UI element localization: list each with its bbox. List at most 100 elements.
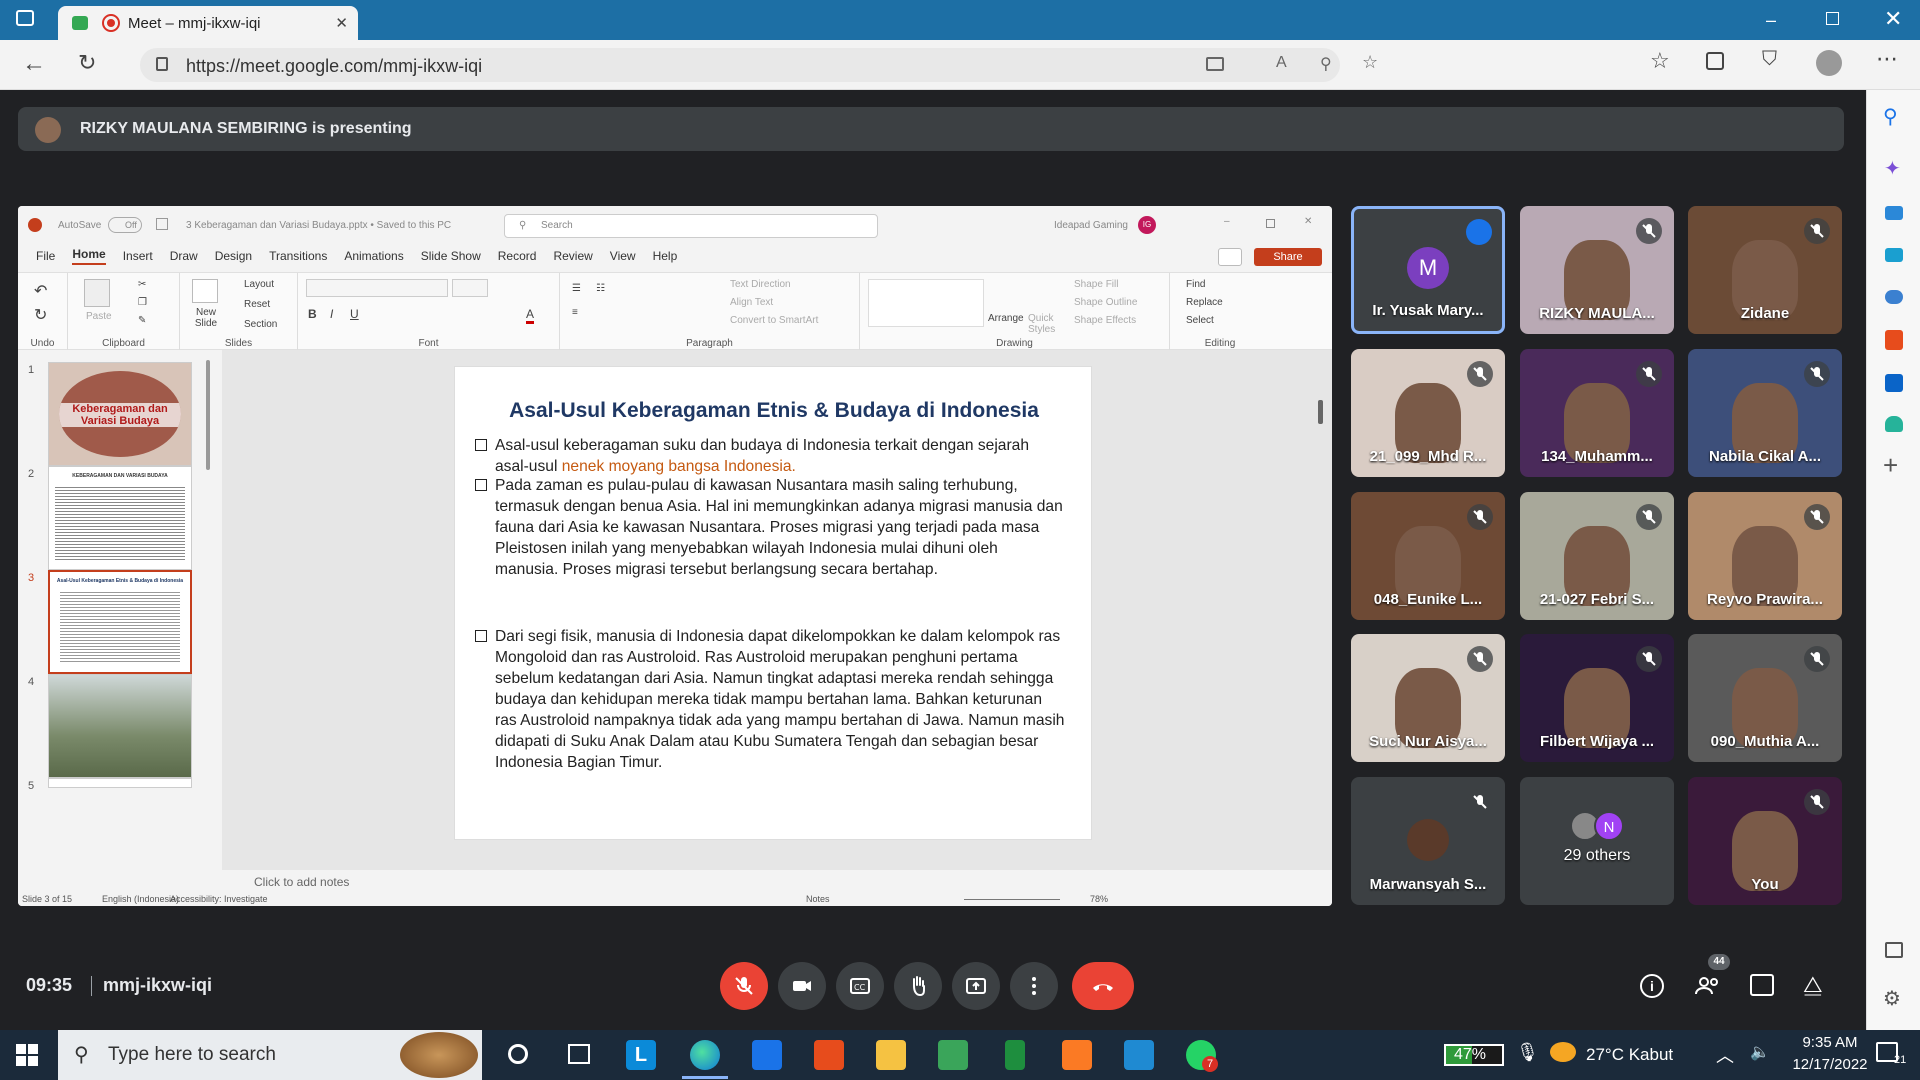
taskbar-vscode-icon[interactable] — [1124, 1040, 1154, 1070]
slide-thumbnail-2[interactable]: KEBERAGAMAN DAN VARIASI BUDAYA — [48, 466, 192, 570]
quick-styles-button[interactable]: Quick Styles — [1028, 313, 1058, 335]
menu-review[interactable]: Review — [553, 249, 592, 263]
mic-tray-icon[interactable]: 🎙 — [1516, 1042, 1539, 1063]
language-status[interactable]: English (Indonesia) — [102, 894, 179, 904]
cortana-icon[interactable] — [508, 1044, 528, 1064]
paste-button[interactable] — [84, 279, 110, 307]
weather-text[interactable]: 27°C Kabut — [1586, 1045, 1673, 1065]
add-icon[interactable]: + — [1883, 450, 1898, 481]
menu-draw[interactable]: Draw — [170, 249, 198, 263]
favorites-icon[interactable]: ☆ — [1650, 48, 1670, 74]
slide-thumbnail-1[interactable]: Keberagaman dan Variasi Budaya — [48, 362, 192, 466]
reset-button[interactable]: Reset — [244, 299, 270, 310]
sidebar-settings-icon[interactable]: ⚙ — [1883, 986, 1901, 1011]
participant-tile[interactable]: Suci Nur Aisya... — [1351, 634, 1505, 762]
start-button[interactable] — [16, 1044, 38, 1066]
ppt-minimize-button[interactable]: – — [1224, 216, 1230, 227]
participant-tile[interactable]: RIZKY MAULA... — [1520, 206, 1674, 334]
cut-icon[interactable]: ✂ — [138, 279, 146, 290]
notes-pane[interactable]: Click to add notes — [222, 870, 1332, 894]
comments-button[interactable] — [1218, 248, 1242, 266]
clock-date[interactable]: 12/17/2022 — [1790, 1056, 1870, 1073]
taskbar-explorer-icon[interactable] — [876, 1040, 906, 1070]
arrange-button[interactable]: Arrange — [988, 313, 1024, 324]
minimize-button[interactable]: – — [1766, 10, 1776, 31]
zoom-level[interactable]: 78% — [1090, 894, 1108, 904]
slide-thumbnail-5[interactable] — [48, 778, 192, 788]
numbering-button[interactable]: ☷ — [596, 283, 605, 294]
end-call-button[interactable] — [1072, 962, 1134, 1010]
close-window-button[interactable]: ✕ — [1884, 6, 1902, 32]
taskbar-arrow-app-icon[interactable] — [1005, 1040, 1025, 1070]
clock-time[interactable]: 9:35 AM — [1790, 1034, 1870, 1051]
menu-animations[interactable]: Animations — [344, 249, 403, 263]
activities-button[interactable]: ⧋ — [1803, 972, 1823, 998]
participant-tile[interactable]: Zidane — [1688, 206, 1842, 334]
participant-tile[interactable]: 134_Muhamm... — [1520, 349, 1674, 477]
close-tab-icon[interactable]: ✕ — [335, 14, 348, 32]
format-painter-icon[interactable]: ✎ — [138, 315, 146, 326]
ppt-restore-button[interactable] — [1266, 219, 1275, 228]
menu-insert[interactable]: Insert — [123, 249, 153, 263]
autosave-toggle[interactable]: Off — [108, 217, 142, 233]
font-color-button[interactable]: A — [526, 307, 535, 324]
align-text-button[interactable]: Align Text — [730, 297, 773, 308]
weather-icon[interactable] — [1550, 1042, 1576, 1062]
copy-icon[interactable]: ❐ — [138, 297, 147, 308]
office-icon[interactable] — [1885, 330, 1903, 350]
taskbar-mail-icon[interactable] — [752, 1040, 782, 1070]
thumbs-scrollbar[interactable] — [206, 360, 210, 470]
participant-tile[interactable]: 21_099_Mhd R... — [1351, 349, 1505, 477]
taskbar-sheet-icon[interactable] — [938, 1040, 968, 1070]
shape-fill-button[interactable]: Shape Fill — [1074, 279, 1118, 290]
redo-icon[interactable]: ↻ — [34, 305, 47, 325]
shield-icon[interactable]: ⛉ — [1762, 48, 1777, 71]
menu-transitions[interactable]: Transitions — [269, 249, 327, 263]
back-icon[interactable]: ← — [22, 50, 46, 78]
underline-button[interactable]: U — [350, 307, 359, 321]
discover-icon[interactable]: ✦ — [1884, 156, 1901, 181]
more-options-button[interactable] — [1010, 962, 1058, 1010]
taskbar-app-l-icon[interactable]: L — [626, 1040, 656, 1070]
participant-tile[interactable]: N 29 others — [1520, 777, 1674, 905]
taskbar-xampp-icon[interactable] — [1062, 1040, 1092, 1070]
align-left-button[interactable]: ≡ — [572, 307, 578, 318]
outlook-icon[interactable] — [1885, 374, 1903, 392]
menu-record[interactable]: Record — [498, 249, 537, 263]
save-icon[interactable] — [156, 218, 168, 230]
settings-more-icon[interactable]: ⋯ — [1876, 46, 1898, 72]
select-button[interactable]: Select — [1186, 315, 1214, 326]
taskbar-office-icon[interactable] — [814, 1040, 844, 1070]
text-direction-button[interactable]: Text Direction — [730, 279, 791, 290]
tray-chevron-icon[interactable]: ︿ — [1716, 1042, 1734, 1068]
menu-home[interactable]: Home — [72, 247, 106, 265]
taskbar-edge-icon[interactable] — [690, 1040, 720, 1070]
menu-file[interactable]: File — [36, 249, 55, 263]
zoom-slider[interactable] — [964, 899, 1060, 900]
shopping-icon[interactable] — [1885, 206, 1903, 220]
replace-button[interactable]: Replace — [1186, 297, 1223, 308]
convert-smartart-button[interactable]: Convert to SmartArt — [730, 315, 818, 326]
chat-button[interactable] — [1750, 974, 1774, 996]
ppt-close-button[interactable]: ✕ — [1304, 216, 1312, 227]
tab-actions-icon[interactable] — [16, 10, 34, 26]
participant-tile[interactable]: Filbert Wijaya ... — [1520, 634, 1674, 762]
shapes-gallery[interactable] — [868, 279, 984, 327]
account-avatar[interactable]: IG — [1138, 216, 1156, 234]
camera-permission-icon[interactable] — [1206, 57, 1224, 71]
refresh-icon[interactable]: ↻ — [78, 50, 96, 76]
undo-icon[interactable]: ↶ — [34, 281, 47, 301]
accessibility-status[interactable]: Accessibility: Investigate — [170, 894, 268, 904]
menu-design[interactable]: Design — [215, 249, 252, 263]
bold-button[interactable]: B — [308, 307, 317, 321]
battery-indicator[interactable]: 47% — [1444, 1044, 1504, 1066]
browser-tab[interactable]: Meet – mmj-ikxw-iqi ✕ — [58, 6, 358, 40]
profile-avatar[interactable] — [1816, 50, 1842, 76]
participant-tile[interactable]: 090_Muthia A... — [1688, 634, 1842, 762]
menu-help[interactable]: Help — [653, 249, 678, 263]
meeting-info-icon[interactable]: i — [1640, 974, 1664, 998]
participant-tile[interactable]: Marwansyah S... — [1351, 777, 1505, 905]
restore-button[interactable] — [1826, 12, 1839, 25]
games-icon[interactable] — [1885, 290, 1903, 304]
speaker-icon[interactable]: 🔈 — [1750, 1042, 1770, 1062]
